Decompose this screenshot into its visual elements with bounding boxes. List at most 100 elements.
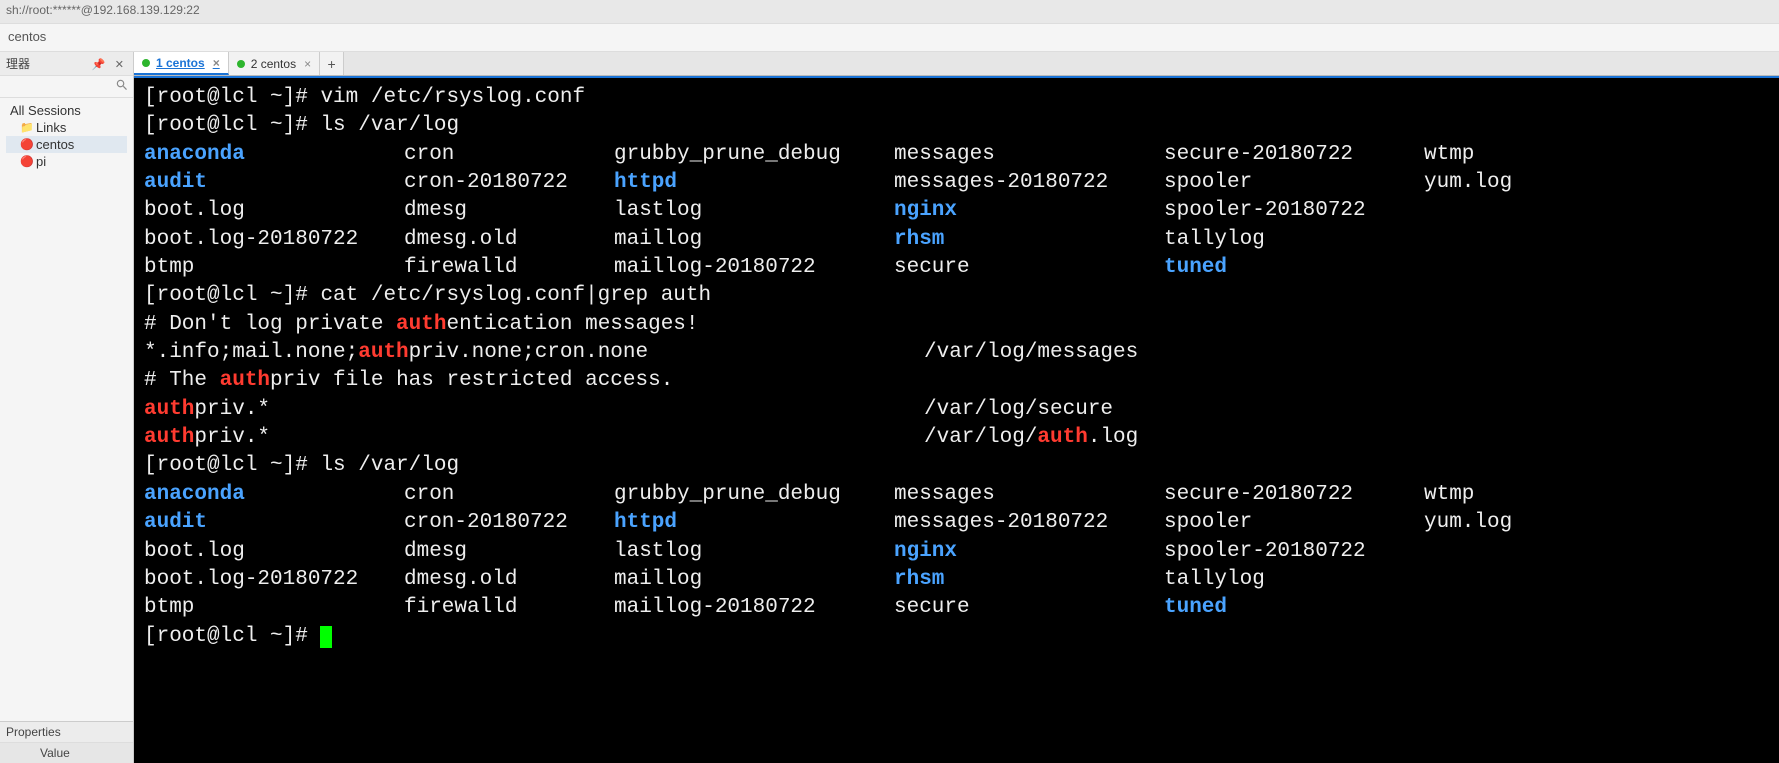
ls-entry: tallylog: [1164, 566, 1424, 594]
properties-panel: Properties Value: [0, 721, 133, 763]
ls-entry: yum.log: [1424, 509, 1564, 537]
status-dot-icon: [237, 60, 245, 68]
sidebar-search[interactable]: [0, 76, 133, 98]
sidebar-item-centos[interactable]: 🔴 centos: [6, 136, 127, 153]
ls-entry: tuned: [1164, 594, 1424, 622]
ls-entry: nginx: [894, 197, 1164, 225]
ls-entry: nginx: [894, 538, 1164, 566]
ls-entry: btmp: [144, 594, 404, 622]
sidebar-item-label: centos: [36, 137, 74, 152]
breadcrumb: centos: [0, 24, 1779, 52]
window-title: sh://root:******@192.168.139.129:22: [6, 3, 200, 17]
ls-entry: messages-20180722: [894, 509, 1164, 537]
ls-entry: dmesg: [404, 538, 614, 566]
tab-close-icon[interactable]: ×: [302, 57, 311, 71]
prompt-line: [root@lcl ~]# cat /etc/rsyslog.conf|grep…: [144, 282, 1769, 310]
ls-row: btmpfirewalldmaillog-20180722securetuned: [144, 594, 1769, 622]
ls-entry: httpd: [614, 169, 894, 197]
status-dot-icon: [142, 59, 150, 67]
terminal[interactable]: [root@lcl ~]# vim /etc/rsyslog.conf[root…: [134, 76, 1779, 763]
grep-line: # Don't log private authentication messa…: [144, 311, 1769, 339]
sidebar-item-Links[interactable]: 📁 Links: [6, 119, 127, 136]
ls-entry: dmesg.old: [404, 226, 614, 254]
ls-row: boot.log-20180722dmesg.oldmaillogrhsmtal…: [144, 566, 1769, 594]
ls-entry: tallylog: [1164, 226, 1424, 254]
ls-entry: anaconda: [144, 141, 404, 169]
ls-row: btmpfirewalldmaillog-20180722securetuned: [144, 254, 1769, 282]
ls-entry: grubby_prune_debug: [614, 481, 894, 509]
sidebar-item-label: Links: [36, 120, 66, 135]
close-icon[interactable]: ✕: [112, 59, 127, 71]
tab-label: 1 centos: [156, 56, 205, 70]
ls-entry: boot.log: [144, 538, 404, 566]
ls-entry: messages-20180722: [894, 169, 1164, 197]
ls-entry: messages: [894, 481, 1164, 509]
session-icon: 🔴: [20, 155, 32, 168]
tree-all-sessions[interactable]: All Sessions: [6, 102, 127, 119]
sidebar-header-label: 理器: [6, 55, 30, 72]
prompt-line: [root@lcl ~]#: [144, 623, 1769, 651]
sidebar-header: 理器 📌 ✕: [0, 52, 133, 76]
properties-header: Properties: [0, 722, 133, 742]
ls-entry: anaconda: [144, 481, 404, 509]
sidebar-item-pi[interactable]: 🔴 pi: [6, 153, 127, 170]
prompt-line: [root@lcl ~]# vim /etc/rsyslog.conf: [144, 84, 1769, 112]
window-titlebar: sh://root:******@192.168.139.129:22: [0, 0, 1779, 24]
tabs-bar: 1 centos × 2 centos × +: [134, 52, 1779, 76]
session-sidebar: 理器 📌 ✕ All Sessions 📁 Links 🔴 centos 🔴 pi Pro…: [0, 52, 134, 763]
ls-entry: secure-20180722: [1164, 481, 1424, 509]
ls-entry: cron-20180722: [404, 509, 614, 537]
ls-entry: audit: [144, 169, 404, 197]
prompt-line: [root@lcl ~]# ls /var/log: [144, 452, 1769, 480]
ls-row: boot.logdmesglastlognginxspooler-2018072…: [144, 197, 1769, 225]
ls-entry: wtmp: [1424, 481, 1564, 509]
ls-entry: httpd: [614, 509, 894, 537]
ls-entry: spooler: [1164, 169, 1424, 197]
ls-entry: boot.log-20180722: [144, 566, 404, 594]
ls-entry: wtmp: [1424, 141, 1564, 169]
session-icon: 🔴: [20, 138, 32, 151]
tab-1-centos[interactable]: 1 centos ×: [134, 52, 229, 75]
ls-entry: rhsm: [894, 566, 1164, 594]
prompt-line: [root@lcl ~]# ls /var/log: [144, 112, 1769, 140]
ls-entry: dmesg: [404, 197, 614, 225]
ls-entry: firewalld: [404, 254, 614, 282]
ls-entry: grubby_prune_debug: [614, 141, 894, 169]
ls-entry: maillog-20180722: [614, 594, 894, 622]
ls-entry: spooler: [1164, 509, 1424, 537]
properties-value-header: Value: [0, 742, 133, 763]
ls-entry: lastlog: [614, 197, 894, 225]
grep-line: authpriv.*/var/log/secure: [144, 396, 1769, 424]
ls-entry: messages: [894, 141, 1164, 169]
tab-2-centos[interactable]: 2 centos ×: [229, 52, 320, 75]
ls-entry: cron: [404, 481, 614, 509]
ls-entry: maillog: [614, 226, 894, 254]
ls-entry: spooler-20180722: [1164, 538, 1424, 566]
ls-entry: lastlog: [614, 538, 894, 566]
ls-entry: boot.log: [144, 197, 404, 225]
ls-entry: secure-20180722: [1164, 141, 1424, 169]
ls-entry: dmesg.old: [404, 566, 614, 594]
new-tab-button[interactable]: +: [320, 52, 344, 75]
ls-entry: firewalld: [404, 594, 614, 622]
folder-icon: 📁: [20, 121, 32, 134]
tab-label: 2 centos: [251, 57, 296, 71]
ls-entry: cron: [404, 141, 614, 169]
ls-row: anacondacrongrubby_prune_debugmessagesse…: [144, 141, 1769, 169]
ls-entry: tuned: [1164, 254, 1424, 282]
sessions-label: All Sessions: [10, 103, 81, 118]
pin-icon[interactable]: 📌: [89, 59, 109, 71]
ls-entry: maillog-20180722: [614, 254, 894, 282]
ls-entry: btmp: [144, 254, 404, 282]
ls-row: boot.log-20180722dmesg.oldmaillogrhsmtal…: [144, 226, 1769, 254]
ls-entry: rhsm: [894, 226, 1164, 254]
breadcrumb-text: centos: [8, 29, 46, 44]
ls-row: auditcron-20180722httpdmessages-20180722…: [144, 509, 1769, 537]
ls-entry: boot.log-20180722: [144, 226, 404, 254]
ls-row: boot.logdmesglastlognginxspooler-2018072…: [144, 538, 1769, 566]
tab-close-icon[interactable]: ×: [211, 56, 220, 70]
grep-line: *.info;mail.none;authpriv.none;cron.none…: [144, 339, 1769, 367]
ls-entry: secure: [894, 254, 1164, 282]
sidebar-item-label: pi: [36, 154, 46, 169]
ls-entry: maillog: [614, 566, 894, 594]
